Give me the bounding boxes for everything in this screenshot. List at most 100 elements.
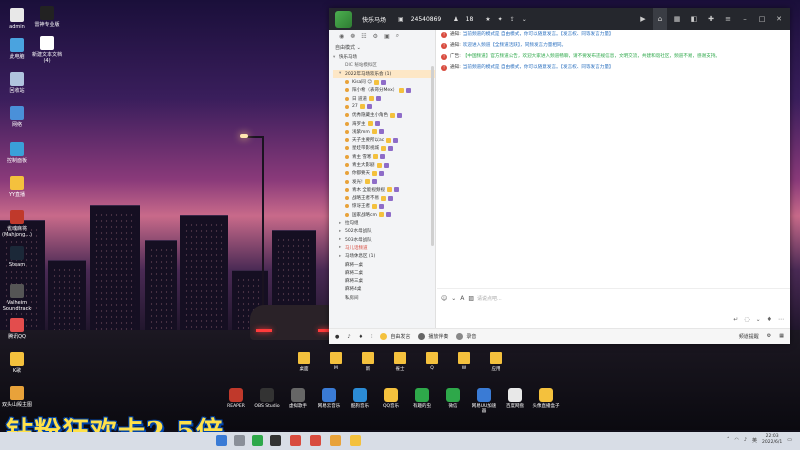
search-icon[interactable]: ⌕ [396, 32, 399, 40]
tree-channel[interactable]: ▸ 502水母战队 [333, 227, 435, 235]
tree-channel[interactable]: ▸ 马儿话频道 [333, 244, 435, 252]
clock[interactable]: 22:03 2022/6/1 [762, 434, 782, 446]
tree-user[interactable]: 惊讶王者 [333, 202, 435, 210]
free-talk-button[interactable]: 自由发言 [380, 333, 410, 340]
desktop-icon-steam-icon[interactable]: Steam [2, 246, 32, 268]
settings-icon[interactable]: ⚙ [373, 33, 378, 40]
netease-icon[interactable] [310, 435, 321, 446]
yy-chat-window[interactable]: 快乐马场 ▣ 24540869 ♟ 18 ★ ✦ ⇪ ⌄ ▶ ⌂ ▦ ◧ ✚ ≡… [329, 8, 790, 344]
gift-icon[interactable]: ✦ [498, 16, 503, 23]
home-icon[interactable]: ⌂ [653, 8, 667, 30]
desktop-icon-control-panel-icon[interactable]: 控制面板 [2, 142, 32, 164]
maximize-icon[interactable]: □ [755, 15, 769, 23]
tree-user[interactable]: 浅紫mm [333, 128, 435, 136]
yy-icon[interactable] [350, 435, 361, 446]
menu-icon[interactable]: ≡ [721, 15, 735, 23]
play-accompaniment-button[interactable]: 播放伴奏 [418, 333, 448, 340]
tree-user[interactable]: 青主 雪寒 [333, 153, 435, 161]
minimize-icon[interactable]: – [738, 15, 752, 23]
wps-icon[interactable] [290, 435, 301, 446]
equalizer-icon[interactable]: ⫶ [371, 334, 372, 340]
desktop-app[interactable]: 酷狗音乐 [346, 388, 374, 414]
desktop-icon-user-folder-icon[interactable]: admin [2, 8, 32, 30]
message-input[interactable]: 请说点吧... [477, 295, 502, 302]
chevron-up-icon[interactable]: ˄ [727, 437, 730, 443]
grid-icon[interactable]: ▦ [670, 15, 684, 23]
chrome-icon[interactable] [252, 435, 263, 446]
tree-user[interactable]: 27 [333, 103, 435, 111]
tree-channel[interactable]: ▸ 马场休息区 (1) [333, 252, 435, 260]
start-icon[interactable] [216, 435, 227, 446]
tree-user[interactable]: 阳小希（表哥分Mex） [333, 86, 435, 94]
settings-icon[interactable]: ⚙ [767, 333, 771, 340]
desktop-icon-valheim-icon[interactable]: Valheim Soundtrack [2, 284, 32, 312]
tree-channel[interactable]: 麻将一桌 [333, 260, 435, 268]
search-icon[interactable] [234, 435, 245, 446]
desktop-app[interactable]: 网易UU加速器 [470, 388, 498, 414]
tree-channel[interactable]: DIC 秘站模拟区 [333, 61, 435, 69]
image-icon[interactable]: ▨ [468, 295, 474, 302]
tree-channel[interactable]: 麻将二桌 [333, 269, 435, 277]
gift-list-icon[interactable]: ❁ [350, 33, 355, 40]
desktop-icon-computer-icon[interactable]: 此电脑 [2, 38, 32, 60]
tree-user[interactable]: 发光! [333, 177, 435, 185]
app-icon[interactable] [330, 435, 341, 446]
desktop-icon-leishen-icon[interactable]: 雷神专业版 [32, 6, 62, 28]
tree-user[interactable]: 战略王者不易 [333, 194, 435, 202]
desktop-folder[interactable]: 雀士 [386, 352, 414, 372]
volume-icon[interactable]: ♪ [347, 334, 350, 340]
sidebar-scrollbar[interactable] [431, 66, 434, 246]
desktop-icon-recycle-bin-icon[interactable]: 回收站 [2, 72, 32, 94]
desktop-app[interactable]: 虚拟歌手 [284, 388, 312, 414]
desktop-folder[interactable]: 应用 [482, 352, 510, 372]
tree-user[interactable]: 日 道道 [333, 94, 435, 102]
star-icon[interactable]: ★ [485, 16, 490, 23]
emoji-icon[interactable]: ☺ [441, 295, 447, 302]
desktop-app[interactable]: QQ音乐 [377, 388, 405, 414]
chevron-down-icon[interactable]: ⌄ [756, 316, 761, 323]
channel-avatar[interactable] [335, 10, 352, 28]
channel-reminder-button[interactable]: 频道提醒 [739, 333, 759, 340]
tree-channel[interactable]: 麻将4桌 [333, 285, 435, 293]
desktop-icon-qq-icon[interactable]: 腾讯QQ [2, 318, 32, 340]
app-icon[interactable]: ◧ [687, 15, 701, 23]
desktop-app[interactable]: 百度网盘 [501, 388, 529, 414]
desktop-icon-text-file-icon[interactable]: 新建文本文档 (4) [32, 36, 62, 64]
video-icon[interactable]: ▶ [636, 15, 650, 23]
mode-dropdown[interactable]: 自由模式 ⌄ [329, 42, 435, 53]
desktop-icon-network-icon[interactable]: 网络 [2, 106, 32, 128]
mic-toggle-icon[interactable]: ● [335, 334, 339, 340]
desktop-app[interactable]: OBS Studio [253, 388, 281, 414]
tree-channel[interactable]: 私房间 [333, 294, 435, 302]
window-icon[interactable]: ▣ [384, 33, 390, 40]
tree-channel[interactable]: ▾ 快乐马场 [333, 53, 435, 61]
desktop-icon-app-icon[interactable]: 双头山殿主图 [2, 386, 32, 408]
obs-icon[interactable] [270, 435, 281, 446]
record-button[interactable]: 录音 [456, 333, 476, 340]
desktop-icon-mahjong-icon[interactable]: 雀魂麻将 (Mahjong...) [2, 210, 32, 238]
desktop-folder[interactable]: M [322, 352, 350, 372]
tree-user[interactable]: 天子主要所以ac [333, 136, 435, 144]
more-icon[interactable]: ⋯ [778, 316, 784, 323]
desktop-folder[interactable]: 桌面 [290, 352, 318, 372]
chevron-down-icon[interactable]: ⌄ [522, 16, 527, 23]
desktop-app[interactable]: 有趣的虫 [408, 388, 436, 414]
chevron-down-icon[interactable]: ⌄ [451, 295, 456, 302]
mic-list-icon[interactable]: ◉ [339, 33, 344, 40]
wifi-icon[interactable]: ◠ [734, 437, 738, 443]
send-icon[interactable]: ↵ [733, 316, 738, 323]
tree-user[interactable]: 国家战略cm [333, 211, 435, 219]
desktop-icon-folder-icon[interactable]: K歌 [2, 352, 32, 374]
gamepad-icon[interactable]: ✚ [704, 15, 718, 23]
tree-user[interactable]: 青木 全能视频视 [333, 186, 435, 194]
desktop-folder[interactable]: W [450, 352, 478, 372]
chat-icon[interactable]: ◌ [744, 316, 749, 323]
desktop-app[interactable]: REAPER [222, 388, 250, 414]
desktop-app[interactable]: 头像直播盒子 [532, 388, 560, 414]
tree-channel[interactable]: ▸ 拉勾组 [333, 219, 435, 227]
tree-user[interactable]: 你都要天 [333, 169, 435, 177]
close-icon[interactable]: ✕ [772, 15, 786, 23]
speaker-icon[interactable]: ♪ [744, 437, 747, 443]
tree-user[interactable]: 青主大影剧 [333, 161, 435, 169]
share-icon[interactable]: ⇪ [510, 16, 515, 23]
